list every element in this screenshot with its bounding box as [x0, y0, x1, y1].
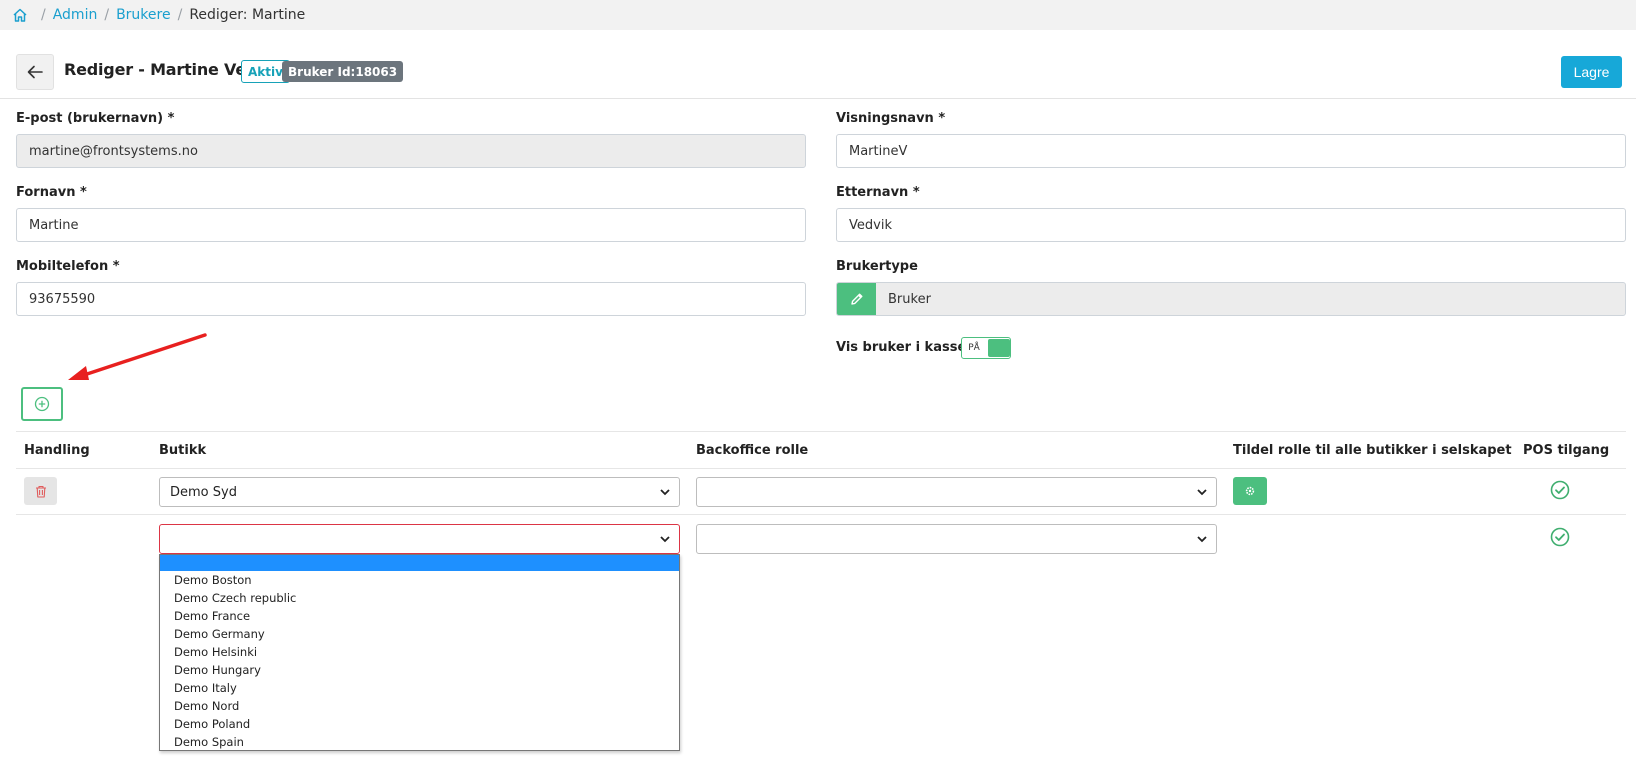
- mobile-label: Mobiltelefon *: [16, 259, 120, 274]
- pencil-icon: [850, 293, 862, 305]
- chevron-down-icon: [660, 536, 670, 543]
- header-butikk: Butikk: [159, 443, 207, 458]
- user-id-badge: Bruker Id:18063: [282, 61, 404, 82]
- check-circle-icon: [1550, 527, 1570, 547]
- dropdown-option[interactable]: Demo Italy: [160, 679, 679, 697]
- chevron-down-icon: [1197, 536, 1207, 543]
- back-button[interactable]: [16, 54, 54, 90]
- store-select-value: Demo Syd: [170, 484, 237, 500]
- store-dropdown-list: Demo Boston Demo Czech republic Demo Fra…: [159, 554, 680, 751]
- last-name-label: Etternavn *: [836, 185, 920, 200]
- table-top-border: [16, 431, 1626, 432]
- dropdown-option[interactable]: Demo Spain: [160, 733, 679, 751]
- dropdown-option[interactable]: Demo Czech republic: [160, 589, 679, 607]
- add-row-button[interactable]: [21, 387, 63, 421]
- breadcrumb-separator: /: [41, 7, 46, 23]
- email-label: E-post (brukernavn) *: [16, 111, 175, 126]
- dropdown-option[interactable]: Demo France: [160, 607, 679, 625]
- dropdown-option[interactable]: Demo Helsinki: [160, 643, 679, 661]
- dropdown-option-empty[interactable]: [160, 555, 679, 571]
- first-name-label: Fornavn *: [16, 185, 87, 200]
- user-type-value: Bruker: [888, 291, 931, 307]
- header-pos-tilgang: POS tilgang: [1523, 443, 1610, 458]
- first-name-field[interactable]: Martine: [16, 208, 806, 242]
- display-name-field[interactable]: MartineV: [836, 134, 1626, 168]
- role-select[interactable]: [696, 477, 1217, 507]
- header-tildel-rolle: Tildel rolle til alle butikker i selskap…: [1233, 443, 1512, 458]
- toggle-text: PÅ: [968, 343, 980, 353]
- assign-role-all-stores-button[interactable]: [1233, 477, 1267, 505]
- edit-user-type-button[interactable]: [837, 283, 876, 315]
- gear-icon: [1245, 486, 1255, 496]
- show-in-pos-toggle[interactable]: PÅ: [961, 337, 1011, 359]
- store-select-new[interactable]: [159, 524, 680, 554]
- dropdown-option[interactable]: Demo Nord: [160, 697, 679, 715]
- home-icon[interactable]: [12, 7, 28, 23]
- breadcrumb-separator: /: [177, 7, 183, 23]
- row-divider: [16, 514, 1626, 515]
- dropdown-option[interactable]: Demo Hungary: [160, 661, 679, 679]
- breadcrumb-admin[interactable]: Admin: [53, 7, 98, 23]
- arrow-left-icon: [27, 65, 43, 79]
- dropdown-option[interactable]: Demo Boston: [160, 571, 679, 589]
- display-name-label: Visningsnavn *: [836, 111, 946, 126]
- trash-icon: [35, 485, 46, 498]
- annotation-arrow: [68, 333, 207, 380]
- chevron-down-icon: [660, 489, 670, 496]
- user-type-field: Bruker: [836, 282, 1626, 316]
- show-in-pos-label: Vis bruker i kassen: [836, 340, 976, 355]
- plus-circle-icon: [34, 396, 50, 412]
- chevron-down-icon: [1197, 489, 1207, 496]
- dropdown-option[interactable]: Demo Poland: [160, 715, 679, 733]
- user-type-label: Brukertype: [836, 259, 918, 274]
- role-select-new[interactable]: [696, 524, 1217, 554]
- delete-row-button[interactable]: [24, 477, 57, 505]
- header-divider: [0, 98, 1636, 99]
- store-select[interactable]: Demo Syd: [159, 477, 680, 507]
- last-name-field[interactable]: Vedvik: [836, 208, 1626, 242]
- breadcrumb-brukere[interactable]: Brukere: [116, 7, 171, 23]
- check-circle-icon: [1550, 480, 1570, 500]
- mobile-field[interactable]: 93675590: [16, 282, 806, 316]
- toggle-knob: [988, 339, 1010, 357]
- table-header-border: [16, 468, 1626, 469]
- save-button[interactable]: Lagre: [1561, 56, 1622, 88]
- dropdown-option[interactable]: Demo Germany: [160, 625, 679, 643]
- header-handling: Handling: [24, 443, 90, 458]
- email-field[interactable]: martine@frontsystems.no: [16, 134, 806, 168]
- breadcrumb-separator: /: [104, 7, 110, 23]
- breadcrumb-current: Rediger: Martine: [189, 7, 306, 23]
- header-backoffice-rolle: Backoffice rolle: [696, 443, 809, 458]
- breadcrumb: / Admin / Brukere / Rediger: Martine: [0, 0, 1636, 30]
